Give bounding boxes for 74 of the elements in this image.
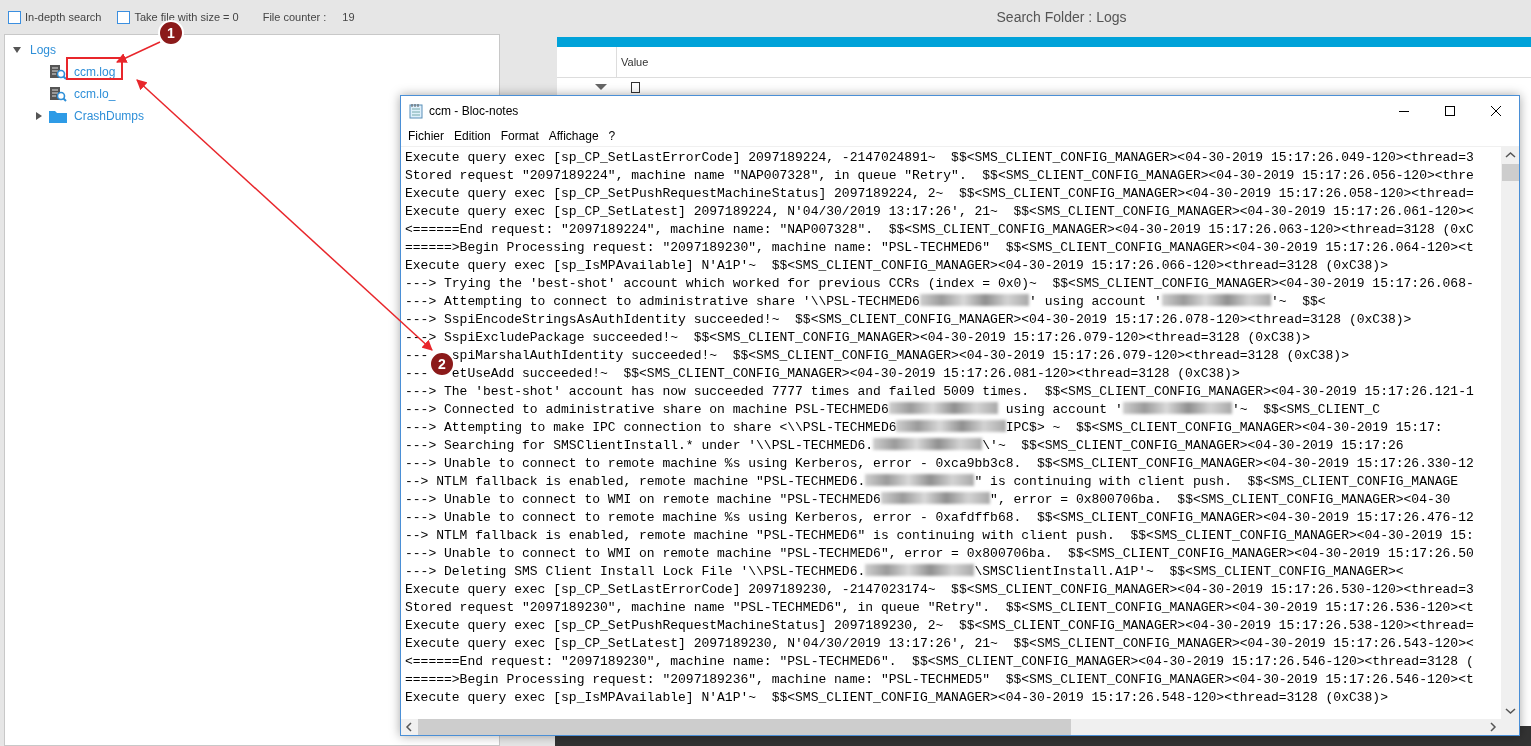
file-search-icon <box>49 64 67 80</box>
log-text: ", error = 0x800706ba. $$<SMS_CLIENT_CONFIG_MANAGER><04-30 <box>990 492 1451 507</box>
column-header[interactable]: Value <box>621 53 649 71</box>
log-text: \'~ $$<SMS_CLIENT_CONFIG_MANAGER><04-30-2019 15:17:26 <box>982 438 1404 453</box>
log-text: \SMSClientInstall.A1P'~ $$<SMS_CLIENT_CONFIG_MANAGER>< <box>974 564 1404 579</box>
log-text: ---> Attempting to make IPC connection to share <\\PSL-TECHMED6 <box>405 420 897 435</box>
menu-item[interactable]: ? <box>603 127 621 145</box>
checkbox-label[interactable]: In-depth search <box>25 8 102 26</box>
log-line: ======>Begin Processing request: "2097189236", machine name: "PSL-TECHMED5" $$<SMS_CLIENT_CONFIG_MANAGER><04-30-2019 15:17:26.546-120><t <box>405 671 1475 689</box>
log-text: ' using account ' <box>1029 294 1162 309</box>
log-text: " is continuing with client push. $$<SMS_CLIENT_CONFIG_MANAGE <box>974 474 1459 489</box>
app-title: Search Folder : Logs <box>996 7 1127 27</box>
menu-item[interactable]: Affichage <box>543 127 604 145</box>
log-line: ---> Trying the 'best-shot' account which worked for previous CCRs (index = 0x0)~ $$<SMS_CLIENT_CONFIG_MANAGER><04-30-2019 15:17:26.068- <box>405 275 1475 293</box>
log-text: ---> Deleting SMS Client Install Lock File '\\PSL-TECHMED6. <box>405 564 866 579</box>
log-line: --> NTLM fallback is enabled, remote machine "PSL-TECHMED6" is continuing with client push. $$<SMS_CLIENT_CONFIG_MANAGER><04-30-2019 15: <box>405 527 1475 545</box>
dropdown-icon[interactable] <box>595 83 607 91</box>
step-badge: 1 <box>158 20 184 46</box>
annotation-arrow <box>116 41 161 63</box>
log-line: Execute query exec [sp_CP_SetLatest] 2097189230, N'04/30/2019 13:17:26', 21~ $$<SMS_CLIENT_CONFIG_MANAGER><04-30-2019 15:17:26.543-120>< <box>405 635 1475 653</box>
counter-label: File counter : <box>262 9 327 25</box>
folder-icon <box>49 109 67 123</box>
log-text: '~ $$< <box>1270 294 1326 309</box>
folder-item[interactable]: Logs <box>27 40 60 60</box>
log-text: --- <box>405 348 429 363</box>
expand-icon[interactable] <box>35 112 43 120</box>
log-line: Execute query exec [sp_IsMPAvailable] N'A1P'~ $$<SMS_CLIENT_CONFIG_MANAGER><04-30-2019 15:17:26.066-120><thread=3128 (0xC38)> <box>405 257 1389 275</box>
checkbox[interactable] <box>8 10 21 24</box>
log-line: <======End request: "2097189224", machine name: "NAP007328". $$<SMS_CLIENT_CONFIG_MANAGER><04-30-2019 15:17:26.063-120><thread=3128 (0xC <box>405 221 1475 239</box>
log-text: ---> Attempting to connect to administrative share '\\PSL-TECHMED6 <box>405 294 920 309</box>
log-line: Execute query exec [sp_CP_SetPushRequestMachineStatus] 2097189224, 2~ $$<SMS_CLIENT_CONFIG_MANAGER><04-30-2019 15:17:26.058-120><thread= <box>405 185 1475 203</box>
log-text: ---> Connected to administrative share on machine PSL-TECHMED6 <box>405 402 889 417</box>
log-line: ---> Unable to connect to remote machine %s using Kerberos, error - 0xafdffb68. $$<SMS_CLIENT_CONFIG_MANAGER><04-30-2019 15:17:26.476-12 <box>405 509 1475 527</box>
collapse-icon[interactable] <box>13 46 21 54</box>
notepad-icon <box>409 103 423 119</box>
log-text: using account ' <box>1004 402 1123 417</box>
menu-item[interactable]: Edition <box>449 127 496 145</box>
log-line: ---> Unable to connect to WMI on remote machine "PSL-TECHMED6", error = 0x800706ba. $$<SMS_CLIENT_CONFIG_MANAGER><04-30-2019 15:17:26.50 <box>405 545 1475 563</box>
log-line: Execute query exec [sp_CP_SetPushRequestMachineStatus] 2097189230, 2~ $$<SMS_CLIENT_CONFIG_MANAGER><04-30-2019 15:17:26.538-120><thread= <box>405 617 1475 635</box>
log-line: ======>Begin Processing request: "2097189230", machine name: "PSL-TECHMED6" $$<SMS_CLIENT_CONFIG_MANAGER><04-30-2019 15:17:26.064-120><t <box>405 239 1475 257</box>
checkbox[interactable] <box>117 10 131 24</box>
log-line: Execute query exec [sp_CP_SetLatest] 2097189224, N'04/30/2019 13:17:26', 21~ $$<SMS_CLIENT_CONFIG_MANAGER><04-30-2019 15:17:26.061-120>< <box>405 203 1475 221</box>
log-line: Stored request "2097189230", machine name "PSL-TECHMED6", in queue "Retry". $$<SMS_CLIENT_CONFIG_MANAGER><04-30-2019 15:17:26.536-120><t <box>405 599 1475 617</box>
maximize-icon <box>1445 106 1455 116</box>
vertical-scrollbar[interactable] <box>1501 147 1519 735</box>
log-line: Stored request "2097189224", machine name "NAP007328", in queue "Retry". $$<SMS_CLIENT_CONFIG_MANAGER><04-30-2019 15:17:26.056-120><thre <box>405 167 1475 185</box>
file-search-icon <box>49 86 67 102</box>
log-line: ---> SspiEncodeStringsAsAuthIdentity succeeded!~ $$<SMS_CLIENT_CONFIG_MANAGER><04-30-2019 15:17:26.078-120><thread=3128 (0xC38)> <box>405 311 1413 329</box>
log-text: --> NTLM fallback is enabled, remote machine "PSL-TECHMED6. <box>405 474 866 489</box>
scroll-thumb[interactable] <box>418 719 1071 735</box>
horizontal-scrollbar[interactable] <box>401 719 1501 735</box>
menu-item[interactable]: Format <box>495 127 544 145</box>
log-line: <======End request: "2097189230", machine name: "PSL-TECHMED6". $$<SMS_CLIENT_CONFIG_MANAGER><04-30-2019 15:17:26.546-120><thread=3128 ( <box>405 653 1475 671</box>
log-text: ---> Unable to connect to WMI on remote machine "PSL-TECHMED6 <box>405 492 881 507</box>
log-text: IPC$> ~ $$<SMS_CLIENT_CONFIG_MANAGER><04-30-2019 15:17: <box>1005 420 1443 435</box>
minimize-icon <box>1399 110 1409 112</box>
log-line: ---> The 'best-shot' account has now succeeded 7777 times and failed 5009 times. $$<SMS_CLIENT_CONFIG_MANAGER><04-30-2019 15:17:26.121-1 <box>405 383 1475 401</box>
window-title: ccm - Bloc-notes <box>429 103 519 120</box>
folder-item[interactable]: CrashDumps <box>71 106 148 126</box>
log-line: Execute query exec [sp_IsMPAvailable] N'A1P'~ $$<SMS_CLIENT_CONFIG_MANAGER><04-30-2019 15:17:26.548-120><thread=3128 (0xC38)> <box>405 689 1389 707</box>
log-line: Execute query exec [sp_CP_SetLastErrorCode] 2097189224, -2147024891~ $$<SMS_CLIENT_CONFIG_MANAGER><04-30-2019 15:17:26.049-120><thread=3 <box>405 149 1475 167</box>
file-item[interactable]: ccm.log <box>71 62 119 82</box>
highlight-box <box>66 57 123 80</box>
counter-value: 19 <box>342 9 355 25</box>
log-line: Execute query exec [sp_CP_SetLastErrorCode] 2097189230, -2147023174~ $$<SMS_CLIENT_CONFIG_MANAGER><04-30-2019 15:17:26.530-120><thread=3 <box>405 581 1475 599</box>
log-text: --- <box>405 366 429 381</box>
document-icon <box>631 81 640 93</box>
menu-item[interactable]: Fichier <box>403 127 449 145</box>
log-line: ---> Unable to connect to remote machine %s using Kerberos, error - 0xca9bb3c8. $$<SMS_CLIENT_CONFIG_MANAGER><04-30-2019 15:17:26.330-12 <box>405 455 1475 473</box>
file-item[interactable]: ccm.lo_ <box>71 84 119 104</box>
scroll-thumb[interactable] <box>1501 164 1519 181</box>
log-text: ---> Searching for SMSClientInstall.* under '\\PSL-TECHMED6. <box>405 438 874 453</box>
log-text: '~ $$<SMS_CLIENT_C <box>1231 402 1381 417</box>
close-icon <box>1491 106 1501 116</box>
